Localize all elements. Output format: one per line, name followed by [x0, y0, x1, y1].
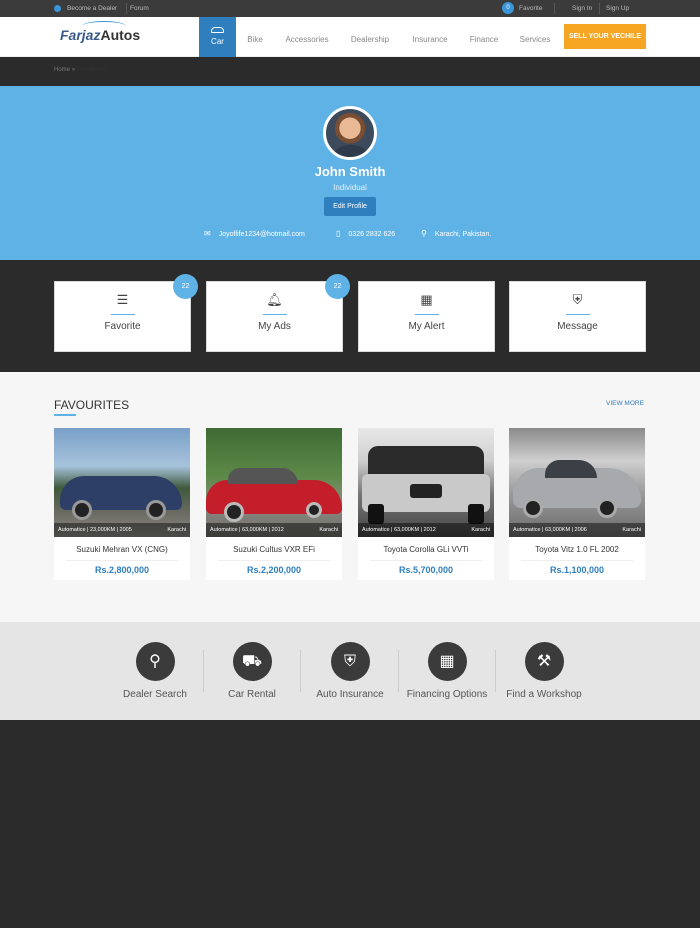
main-header: FarjazAutos Car Bike Accessories Dealers… [0, 17, 700, 57]
service-auto-insurance[interactable]: ⛨ Auto Insurance [301, 642, 399, 700]
stat-message[interactable]: ⛨ Message [509, 281, 646, 352]
phone-contact: ▯ 0326 2832 626 [336, 229, 395, 238]
service-label: Dealer Search [123, 689, 187, 700]
sign-in-link[interactable]: Sign In [572, 5, 592, 12]
shield-car-icon: ⛨ [330, 642, 370, 681]
car-title[interactable]: Suzuki Mehran VX (CNG) [54, 545, 190, 554]
bell-icon: 🔔︎ [266, 292, 283, 307]
nav-accessories[interactable]: Accessories [279, 17, 335, 57]
car-wrench-icon: ⚒ [524, 642, 564, 681]
car-title[interactable]: Toyota Corolla GLi VVTi [358, 545, 494, 554]
nav-bike[interactable]: Bike [240, 17, 270, 57]
car-photo [54, 428, 190, 537]
car-price: Rs.5,700,000 [398, 565, 454, 575]
car-title[interactable]: Suzuki Cultus VXR EFi [206, 545, 342, 554]
divider [126, 3, 127, 14]
phone-icon: ▯ [336, 229, 341, 238]
nav-dealership[interactable]: Dealership [344, 17, 396, 57]
shield-car-icon: ⛨ [572, 292, 583, 307]
car-icon [211, 27, 224, 33]
breadcrumb-current: Dashboard [76, 67, 107, 73]
site-logo[interactable]: FarjazAutos [60, 21, 140, 43]
become-dealer-link[interactable]: Become a Dealer [67, 5, 117, 12]
envelope-icon: ✉ [204, 229, 211, 238]
logo-swoosh [82, 21, 126, 31]
dealer-dot-icon [54, 5, 61, 12]
map-pin-icon: ⚲ [135, 642, 175, 681]
car-meta: Automatice | 63,000KM | 2012 Karachi [206, 523, 342, 537]
nav-car-label: Car [211, 37, 224, 46]
edit-profile-button[interactable]: Edit Profile [324, 197, 376, 216]
stat-favorite-label: Favorite [104, 321, 141, 332]
service-label: Auto Insurance [316, 689, 384, 700]
stat-my-ads-label: My Ads [258, 321, 291, 332]
car-card[interactable]: Automatice | 63,000KM | 2012 Karachi Toyo… [358, 428, 494, 580]
car-price: Rs.2,800,000 [94, 565, 150, 575]
sign-up-link[interactable]: Sign Up [606, 5, 629, 12]
service-financing-options[interactable]: ▦ Financing Options [398, 642, 496, 700]
forum-link[interactable]: Forum [130, 5, 149, 12]
profile-name: John Smith [314, 164, 386, 179]
stat-my-alert[interactable]: ▦ My Alert [358, 281, 495, 352]
car-key-icon: ⛟ [232, 642, 272, 681]
phone-text: 0326 2832 626 [348, 231, 396, 238]
nav-insurance[interactable]: Insurance [406, 17, 454, 57]
view-more-link[interactable]: VIEW MORE [606, 400, 644, 407]
car-meta: Automatice | 23,000KM | 2005 Karachi [54, 523, 190, 537]
footer [0, 720, 700, 928]
service-dealer-search[interactable]: ⚲ Dealer Search [106, 642, 204, 700]
sell-vehicle-button[interactable]: SELL YOUR VECHILE [564, 24, 646, 49]
car-price: Rs.1,100,000 [549, 565, 605, 575]
divider [599, 3, 600, 14]
email-text: Joyoflife1234@hotmail.com [218, 231, 305, 238]
location-text: Karachi, Pakistan. [434, 231, 492, 238]
breadcrumb: Home » Dashboard [54, 67, 106, 73]
favorite-count-badge: 22 [173, 274, 198, 299]
service-find-workshop[interactable]: ⚒ Find a Workshop [495, 642, 593, 700]
car-card[interactable]: Automatice | 23,000KM | 2005 Karachi Suzu… [54, 428, 190, 580]
service-label: Find a Workshop [506, 689, 582, 700]
location-contact: ⚲ Karachi, Pakistan. [421, 229, 491, 238]
car-card[interactable]: Automatice | 63,000KM | 2006 Karachi Toyo… [509, 428, 645, 580]
calculator-icon: ▦ [420, 292, 433, 307]
nav-car[interactable]: Car [199, 17, 236, 57]
list-icon: ☰ [116, 292, 129, 307]
divider [554, 3, 555, 14]
avatar [323, 106, 377, 160]
stat-message-label: Message [557, 321, 598, 332]
car-photo [206, 428, 342, 537]
nav-finance[interactable]: Finance [464, 17, 504, 57]
favourites-section: FAVOURITES VIEW MORE Automatice | 23,000… [0, 372, 700, 622]
favorite-count-badge: 0 [502, 2, 514, 14]
calculator-icon: ▦ [427, 642, 467, 681]
profile-type: Individual [333, 183, 367, 192]
car-title[interactable]: Toyota Vitz 1.0 FL 2002 [509, 545, 645, 554]
car-photo [509, 428, 645, 537]
car-meta: Automatice | 63,000KM | 2012 Karachi [358, 523, 494, 537]
car-card[interactable]: Automatice | 63,000KM | 2012 Karachi Suzu… [206, 428, 342, 580]
services-section: ⚲ Dealer Search ⛟ Car Rental ⛨ Auto Insu… [0, 622, 700, 720]
service-car-rental[interactable]: ⛟ Car Rental [203, 642, 301, 700]
favorite-link[interactable]: Favorite [519, 5, 542, 12]
stat-favorite[interactable]: ☰ Favorite [54, 281, 191, 352]
breadcrumb-home[interactable]: Home [54, 67, 70, 73]
nav-services[interactable]: Services [514, 17, 556, 57]
email-contact: ✉ Joyoflife1234@hotmail.com [204, 229, 305, 238]
my-ads-count-badge: 22 [325, 274, 350, 299]
car-meta: Automatice | 63,000KM | 2006 Karachi [509, 523, 645, 537]
service-label: Car Rental [228, 689, 276, 700]
location-pin-icon: ⚲ [421, 229, 427, 238]
car-price: Rs.2,200,000 [246, 565, 302, 575]
stat-my-alert-label: My Alert [408, 321, 445, 332]
breadcrumb-separator: » [71, 67, 76, 73]
favourites-title: FAVOURITES [54, 398, 130, 412]
profile-banner: John Smith Individual Edit Profile ✉ Joyo… [0, 86, 700, 260]
service-label: Financing Options [406, 689, 488, 700]
top-bar: Become a Dealer Forum 0 Favorite Sign In… [0, 0, 700, 17]
stat-my-ads[interactable]: 🔔︎ My Ads [206, 281, 343, 352]
car-photo [358, 428, 494, 537]
